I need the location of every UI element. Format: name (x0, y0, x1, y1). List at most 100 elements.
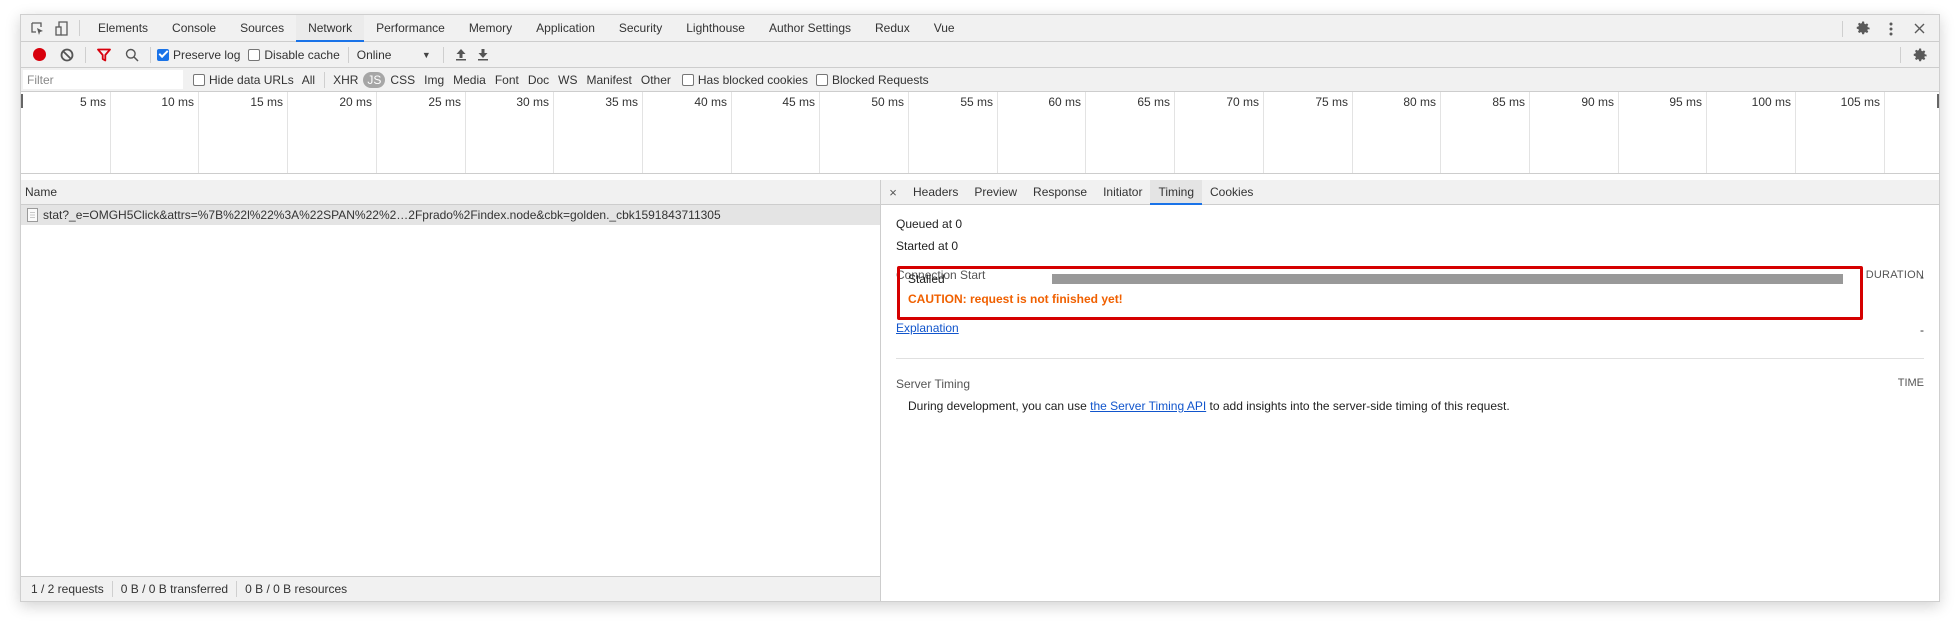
server-note-prefix: During development, you can use (908, 399, 1091, 413)
tab-application[interactable]: Application (524, 15, 607, 41)
tab-console[interactable]: Console (160, 15, 228, 41)
record-button[interactable] (25, 42, 53, 68)
filter-type-media[interactable]: Media (449, 72, 490, 88)
tab-elements[interactable]: Elements (86, 15, 160, 41)
overview-tick-label: 15 ms (250, 95, 283, 109)
tab-performance[interactable]: Performance (364, 15, 457, 41)
stalled-duration: - (1920, 270, 1924, 284)
detail-tabbar: × Headers Preview Response Initiator Timing C… (881, 180, 1939, 205)
tab-memory[interactable]: Memory (457, 15, 524, 41)
timeline-overview[interactable]: 5 ms 10 ms 15 ms 20 ms 25 ms 30 ms 35 ms 40 ms 4… (21, 92, 1939, 174)
filter-type-img[interactable]: Img (420, 72, 448, 88)
overview-tick-label: 10 ms (161, 95, 194, 109)
overview-grid-line (1352, 92, 1353, 173)
overview-tick-label: 5 ms (79, 95, 106, 109)
has-blocked-cookies-label: Has blocked cookies (697, 72, 808, 87)
tab-sources[interactable]: Sources (228, 15, 296, 41)
divider (236, 581, 238, 597)
settings-gear-icon[interactable] (1849, 15, 1877, 42)
hide-data-urls-label: Hide data URLs (209, 72, 294, 87)
filter-input[interactable] (23, 70, 183, 89)
resources-size: 0 B / 0 B resources (245, 582, 348, 596)
filter-type-font[interactable]: Font (491, 72, 523, 88)
has-blocked-cookies-checkbox[interactable]: Has blocked cookies (681, 72, 808, 87)
blocked-requests-checkbox[interactable]: Blocked Requests (815, 73, 929, 87)
request-detail-pane: × Headers Preview Response Initiator Timing C… (881, 180, 1939, 601)
server-timing-api-link[interactable]: the Server Timing API (1090, 399, 1206, 413)
overview-tick-label: 105 ms (1840, 95, 1880, 109)
tab-network[interactable]: Network (296, 15, 365, 42)
divider (79, 20, 80, 36)
tab-lighthouse[interactable]: Lighthouse (674, 15, 757, 41)
detail-tab-response[interactable]: Response (1025, 180, 1095, 204)
started-at: Started at 0 (896, 239, 959, 253)
filter-type-doc[interactable]: Doc (524, 72, 553, 88)
detail-tab-cookies[interactable]: Cookies (1202, 180, 1261, 204)
divider (1842, 20, 1843, 37)
close-devtools-icon[interactable] (1905, 15, 1933, 42)
device-toolbar-icon[interactable] (49, 15, 73, 41)
disable-cache-check[interactable] (248, 48, 261, 61)
overview-grid-line (1884, 92, 1885, 173)
overview-tick-label: 85 ms (1492, 95, 1525, 109)
throttling-value: Online (356, 47, 392, 62)
divider (111, 581, 113, 597)
blocked-requests-check[interactable] (815, 73, 828, 86)
overview-left-handle[interactable] (21, 94, 23, 108)
filter-type-ws[interactable]: WS (554, 72, 581, 88)
clear-button[interactable] (53, 42, 81, 68)
filter-type-xhr[interactable]: XHR (329, 72, 362, 88)
document-icon (27, 208, 38, 222)
overview-tick-label: 65 ms (1137, 95, 1170, 109)
more-options-icon[interactable] (1877, 15, 1905, 42)
overview-grid-line (110, 92, 111, 173)
tab-author-settings[interactable]: Author Settings (757, 15, 863, 41)
inspect-element-icon[interactable] (25, 15, 49, 41)
filter-type-other[interactable]: Other (637, 72, 675, 88)
import-har-button[interactable] (450, 42, 472, 68)
overview-grid-line (908, 92, 909, 173)
disable-cache-checkbox[interactable]: Disable cache (248, 48, 340, 62)
explanation-link[interactable]: Explanation (896, 321, 959, 335)
filter-type-all[interactable]: All (298, 72, 319, 88)
divider (442, 46, 444, 63)
tab-redux[interactable]: Redux (863, 15, 922, 41)
tab-vue[interactable]: Vue (922, 15, 967, 41)
search-button[interactable] (118, 42, 146, 68)
preserve-log-check[interactable] (157, 48, 169, 61)
filter-type-js[interactable]: JS (363, 71, 386, 88)
has-blocked-cookies-check[interactable] (681, 73, 694, 86)
filter-type-css[interactable]: CSS (386, 72, 419, 88)
overview-grid-line (1440, 92, 1441, 173)
server-timing-header: Server Timing TIME (896, 377, 1924, 391)
filter-type-manifest[interactable]: Manifest (583, 72, 636, 88)
hide-data-urls-check[interactable] (193, 73, 205, 86)
caution-message: CAUTION: request is not finished yet! (908, 292, 1123, 306)
close-detail-button[interactable]: × (881, 180, 905, 204)
overview-tick-label: 35 ms (605, 95, 638, 109)
filter-toggle-button[interactable] (90, 42, 118, 68)
request-row[interactable]: stat?_e=OMGH5Click&attrs=%7B%22l%22%3A%2… (21, 205, 880, 225)
detail-tab-preview[interactable]: Preview (966, 180, 1025, 204)
filter-bar: Hide data URLs All XHRJSCSSImgMediaFontDo… (21, 68, 1939, 92)
overview-tick-label: 80 ms (1403, 95, 1436, 109)
detail-tab-timing[interactable]: Timing (1150, 180, 1203, 205)
overview-tick-label: 40 ms (694, 95, 727, 109)
overview-tick-label: 55 ms (960, 95, 993, 109)
detail-tab-headers[interactable]: Headers (905, 180, 966, 204)
tab-security[interactable]: Security (607, 15, 674, 41)
overview-tick-label: 11 (1898, 95, 1939, 109)
name-column-header[interactable]: Name (21, 180, 880, 205)
clear-icon (60, 48, 74, 61)
export-har-button[interactable] (472, 42, 494, 68)
overview-grid-line (287, 92, 288, 173)
overview-grid-line (465, 92, 466, 173)
throttling-select[interactable]: Online ▼ (351, 48, 437, 62)
divider (150, 46, 151, 63)
preserve-log-checkbox[interactable]: Preserve log (157, 48, 240, 62)
explanation-row: Explanation - (896, 321, 1924, 339)
network-settings-icon[interactable] (1907, 42, 1933, 68)
hide-data-urls-checkbox[interactable]: Hide data URLs (193, 73, 294, 87)
overview-grid-line (376, 92, 377, 173)
detail-tab-initiator[interactable]: Initiator (1095, 180, 1150, 204)
